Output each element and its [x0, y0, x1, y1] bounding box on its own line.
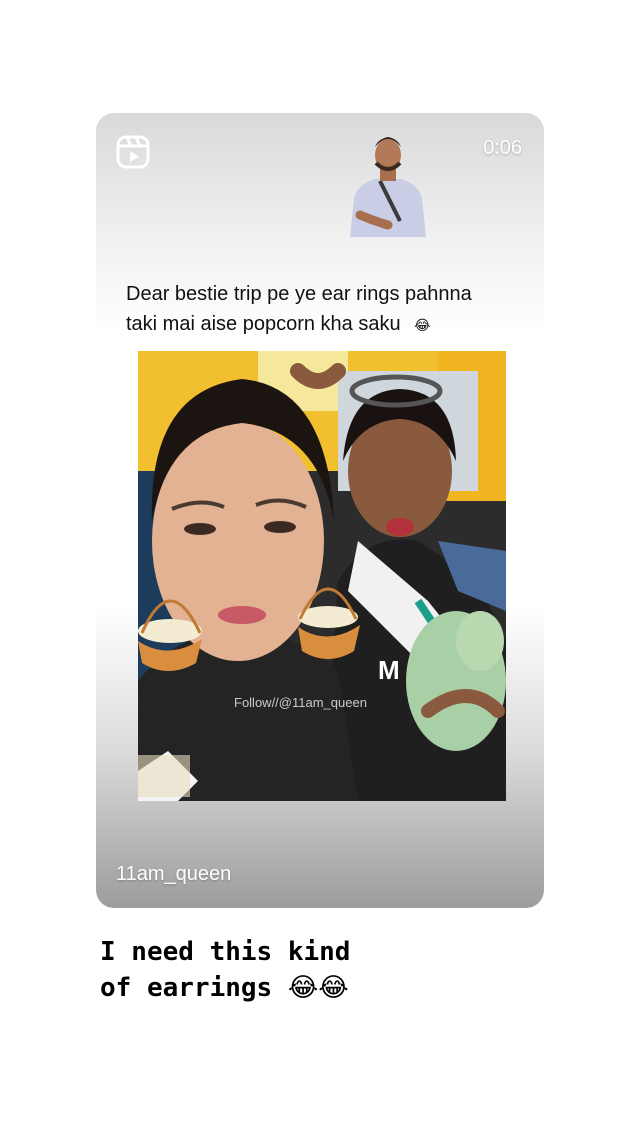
- meme-caption-line1: Dear bestie trip pe ye ear rings pahnna: [126, 283, 472, 305]
- meme-man-image: [340, 125, 436, 237]
- video-duration: 0:06: [483, 137, 522, 159]
- laughing-emojis: 😂😂: [287, 973, 349, 1003]
- story-caption-line2: of earrings 😂😂: [100, 973, 349, 1003]
- shared-reel-card[interactable]: 0:06 Dear bestie trip pe ye ear rings pa…: [96, 113, 544, 908]
- meme-caption-line2: taki mai aise popcorn kha saku 😂: [126, 313, 431, 335]
- story-caption-line1: I need this kind: [100, 937, 351, 967]
- story-page: 0:06 Dear bestie trip pe ye ear rings pa…: [0, 0, 640, 1136]
- watermark-text: Follow//@11am_queen: [234, 695, 367, 710]
- reels-icon: [116, 135, 150, 169]
- svg-text:M: M: [378, 655, 400, 685]
- laughing-emoji: 😂: [414, 317, 431, 333]
- meme-caption: Dear bestie trip pe ye ear rings pahnna …: [126, 279, 536, 340]
- reel-username[interactable]: 11am_queen: [116, 863, 231, 886]
- reel-photo[interactable]: M Follow//@11am_queen: [138, 351, 506, 801]
- story-caption: I need this kind of earrings 😂😂: [100, 934, 350, 1006]
